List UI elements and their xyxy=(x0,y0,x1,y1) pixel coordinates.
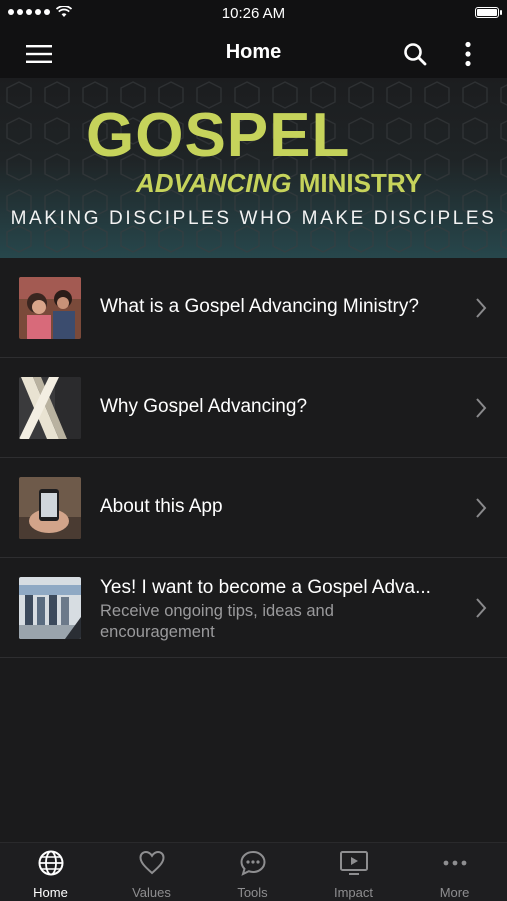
list-item-title: What is a Gospel Advancing Ministry? xyxy=(100,296,419,317)
tab-impact[interactable]: Impact xyxy=(303,843,404,901)
battery-icon xyxy=(475,7,502,18)
tab-bar: Home Values Tools Impact More xyxy=(0,842,507,901)
list-item[interactable]: About this App xyxy=(0,458,507,558)
list-item[interactable]: Yes! I want to become a Gospel Adva... R… xyxy=(0,558,507,658)
chevron-right-icon xyxy=(476,398,487,418)
list-item-subtitle: Receive ongoing tips, ideas and encourag… xyxy=(100,602,334,641)
status-bar: 10:26 AM xyxy=(0,0,507,28)
chevron-right-icon xyxy=(476,598,487,618)
hero-banner: GOSPEL ADVANCING MINISTRY MAKING DISCIPL… xyxy=(0,78,507,258)
thumbnail-x-graphic xyxy=(19,377,81,439)
chevron-right-icon xyxy=(476,298,487,318)
hero-title: GOSPEL xyxy=(86,101,351,170)
play-screen-icon xyxy=(339,851,368,875)
thumbnail-students xyxy=(19,277,81,339)
tab-values[interactable]: Values xyxy=(101,843,202,901)
status-time: 10:26 AM xyxy=(221,5,286,22)
hero-subtitle-advancing: ADVANCING xyxy=(136,168,292,198)
chevron-right-icon xyxy=(476,498,487,518)
list-item[interactable]: Why Gospel Advancing? xyxy=(0,358,507,458)
tab-home[interactable]: Home xyxy=(0,843,101,901)
heart-icon xyxy=(138,850,165,875)
tab-label: Tools xyxy=(237,885,268,900)
list-item-title: About this App xyxy=(100,496,223,517)
thumbnail-group xyxy=(19,577,81,639)
globe-icon xyxy=(38,850,63,876)
vertical-dots-icon[interactable] xyxy=(450,36,486,72)
tab-label: Values xyxy=(132,885,171,900)
tab-label: Impact xyxy=(333,885,373,900)
chat-bubble-icon xyxy=(239,850,266,876)
nav-bar: Home xyxy=(0,28,507,78)
list-item-title: Why Gospel Advancing? xyxy=(100,396,308,417)
list-item[interactable]: What is a Gospel Advancing Ministry? xyxy=(0,258,507,358)
list-item-title: Yes! I want to become a Gospel Adva... xyxy=(100,577,431,598)
tab-tools[interactable]: Tools xyxy=(202,843,303,901)
content-list: What is a Gospel Advancing Ministry? Why… xyxy=(0,258,507,658)
tab-label: Home xyxy=(33,885,68,900)
thumbnail-phone-in-hand xyxy=(19,477,81,539)
hero-subtitle: ADVANCING MINISTRY xyxy=(136,168,422,199)
tab-more[interactable]: More xyxy=(404,843,505,901)
tab-label: More xyxy=(439,885,470,900)
hero-tagline: MAKING DISCIPLES WHO MAKE DISCIPLES xyxy=(10,208,497,229)
search-icon[interactable] xyxy=(397,36,433,72)
hero-subtitle-ministry: MINISTRY xyxy=(298,168,423,198)
more-dots-icon xyxy=(443,860,466,866)
